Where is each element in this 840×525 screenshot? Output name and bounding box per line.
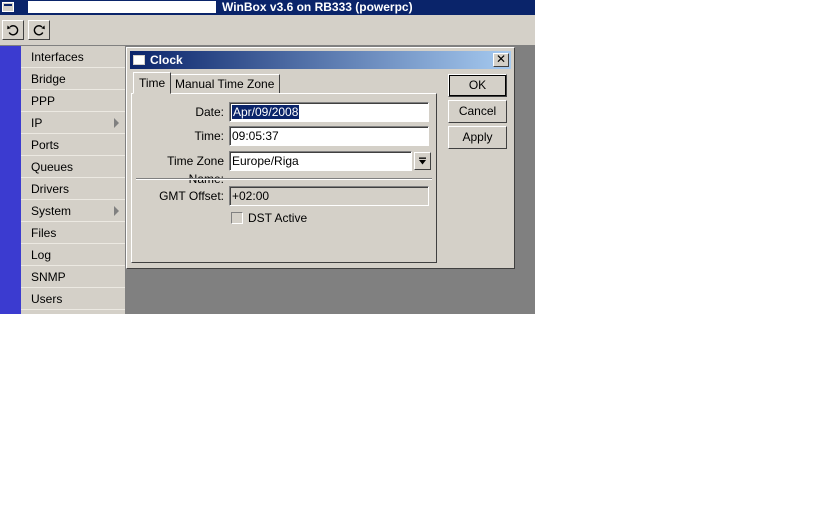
menu-item-label: IP [31,116,43,130]
tab-label: Manual Time Zone [175,77,275,91]
menu-item-files[interactable]: Files [21,222,125,244]
undo-icon [7,25,19,36]
menu-item-label: Drivers [31,182,69,196]
menu-item-label: Ports [31,138,60,152]
menu-item-snmp[interactable]: SNMP [21,266,125,288]
date-label: Date: [195,105,224,119]
separator [136,178,432,180]
time-input[interactable]: 09:05:37 [229,126,429,146]
time-zone-label: Time Zone Name: [167,154,224,186]
menu-item-users[interactable]: Users [21,288,125,310]
app-title: WinBox v3.6 on RB333 (powerpc) [222,0,413,14]
side-strip [0,46,21,314]
submenu-arrow-icon [114,206,119,216]
redo-icon [33,25,45,36]
undo-button[interactable] [2,20,24,40]
menu-item-bridge[interactable]: Bridge [21,68,125,90]
menu-item-drivers[interactable]: Drivers [21,178,125,200]
dialog-titlebar[interactable]: Clock ✕ [130,51,511,69]
dst-active-label: DST Active [248,211,308,225]
menu-item-interfaces[interactable]: Interfaces [21,46,125,68]
menu-item-label: Interfaces [31,50,84,64]
menu-item-ports[interactable]: Ports [21,134,125,156]
menu-item-label: Log [31,248,52,262]
redo-button[interactable] [28,20,50,40]
close-icon: ✕ [495,52,507,66]
apply-button[interactable]: Apply [448,126,507,149]
time-zone-value: Europe/Riga [232,154,299,168]
main-menu: Interfaces Bridge PPP IP Ports Queues Dr… [21,46,126,314]
app-titlebar[interactable]: WinBox v3.6 on RB333 (powerpc) [0,0,535,15]
tab-manual-time-zone[interactable]: Manual Time Zone [169,74,281,94]
dialog-title: Clock [150,53,183,67]
window-menu-icon[interactable] [2,2,14,12]
time-zone-dropdown-button[interactable] [414,152,431,170]
clock-dialog: Clock ✕ Time Manual Time Zone Date: Apr/… [126,47,515,269]
gmt-offset-label: GMT Offset: [159,189,224,203]
window-icon [133,55,145,65]
menu-item-queues[interactable]: Queues [21,156,125,178]
time-zone-select[interactable]: Europe/Riga [229,151,412,171]
menu-item-log[interactable]: Log [21,244,125,266]
tab-time[interactable]: Time [133,72,172,94]
date-value: Apr/09/2008 [232,105,300,119]
date-input[interactable]: Apr/09/2008 [229,102,429,122]
dst-active-checkbox[interactable] [231,212,243,224]
time-value: 09:05:37 [232,129,279,143]
menu-item-label: Bridge [31,72,66,86]
time-label: Time: [194,129,224,143]
redacted-title-area [28,1,216,13]
menu-item-system[interactable]: System [21,200,125,222]
menu-item-label: PPP [31,94,56,108]
ok-button[interactable]: OK [448,74,507,97]
gmt-offset-field: +02:00 [229,186,429,206]
toolbar [0,15,535,46]
gmt-offset-value: +02:00 [232,189,270,203]
cancel-button[interactable]: Cancel [448,100,507,123]
menu-item-label: System [31,204,72,218]
chevron-down-icon [419,157,426,164]
menu-item-label: Files [31,226,57,240]
menu-item-label: Users [31,292,63,306]
menu-item-ppp[interactable]: PPP [21,90,125,112]
menu-item-ip[interactable]: IP [21,112,125,134]
winbox-window: WinBox v3.6 on RB333 (powerpc) Interface… [0,0,535,314]
submenu-arrow-icon [114,118,119,128]
close-button[interactable]: ✕ [493,53,509,67]
time-panel: Date: Apr/09/2008 Time: 09:05:37 Time Zo… [131,93,437,263]
tab-label: Time [139,76,166,90]
menu-item-label: Queues [31,160,74,174]
menu-item-label: SNMP [31,270,66,284]
